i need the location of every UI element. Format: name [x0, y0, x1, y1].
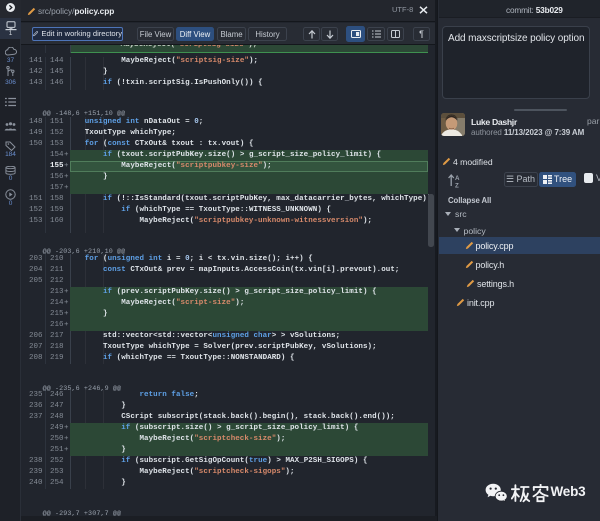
svg-text:A: A: [455, 175, 460, 182]
svg-text:Z: Z: [455, 182, 459, 187]
